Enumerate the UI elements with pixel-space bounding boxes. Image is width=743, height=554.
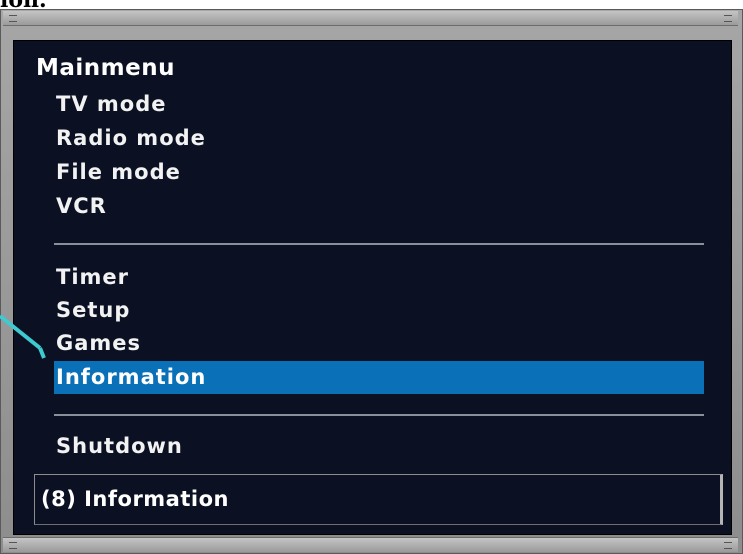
grip-icon: [9, 542, 17, 549]
menu-item-timer[interactable]: Timer: [54, 261, 704, 294]
menu-item-shutdown[interactable]: Shutdown: [54, 430, 704, 463]
grip-icon: [9, 15, 17, 22]
frame-bottom-bar: [3, 537, 738, 552]
menu-separator: [54, 414, 704, 416]
status-text: (8) Information: [41, 487, 229, 511]
grip-icon: [724, 542, 732, 549]
menu-item-information[interactable]: Information: [54, 361, 704, 394]
menu-title: Mainmenu: [36, 55, 175, 81]
annotation-arrow-icon: [0, 314, 46, 359]
status-bar: (8) Information: [34, 474, 723, 525]
menu-item-radio-mode[interactable]: Radio mode: [54, 122, 704, 155]
menu-separator: [54, 243, 704, 245]
menu-item-file-mode[interactable]: File mode: [54, 156, 704, 189]
grip-icon: [724, 15, 732, 22]
frame-top-bar: [3, 11, 738, 26]
menu-item-vcr[interactable]: VCR: [54, 190, 704, 223]
osd-screen: Mainmenu TV mode Radio mode File mode VC…: [13, 40, 732, 535]
menu-item-games[interactable]: Games: [54, 327, 704, 360]
menu-item-tv-mode[interactable]: TV mode: [54, 88, 704, 121]
menu-item-setup[interactable]: Setup: [54, 294, 704, 327]
osd-window-frame: Mainmenu TV mode Radio mode File mode VC…: [0, 9, 743, 554]
